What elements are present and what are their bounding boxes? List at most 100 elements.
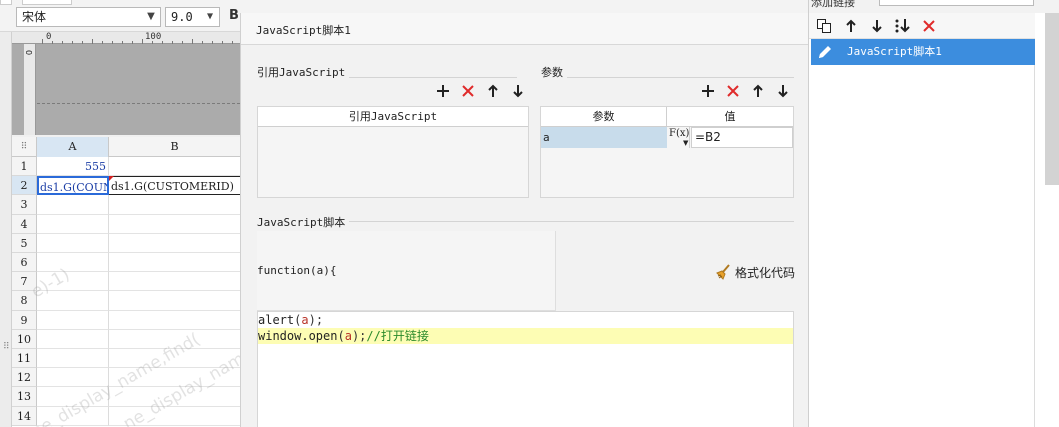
cell[interactable]	[37, 291, 109, 311]
panel-top-strip: 添加链接	[809, 0, 1059, 13]
link-list[interactable]: JavaScript脚本1	[811, 39, 1035, 427]
cell-b2[interactable]: ds1.G(CUSTOMERID)	[109, 176, 240, 196]
move-down-param-button[interactable]	[774, 82, 792, 100]
chevron-down-icon[interactable]: ▼	[669, 140, 689, 147]
add-ref-js-button[interactable]	[434, 82, 452, 100]
bold-button[interactable]: B	[229, 8, 239, 23]
tab-strip	[0, 0, 240, 5]
grip-icon[interactable]: ⠿	[3, 342, 10, 352]
cell[interactable]	[37, 253, 109, 273]
cell[interactable]	[37, 214, 109, 234]
ref-js-table[interactable]: 引用JavaScript	[257, 106, 529, 198]
cell[interactable]	[109, 253, 240, 273]
cell[interactable]	[37, 368, 109, 388]
plus-icon	[702, 85, 714, 97]
chevron-down-icon[interactable]: ▼	[142, 8, 160, 26]
cell[interactable]	[109, 407, 240, 426]
font-size-select[interactable]: 9.0 ▼	[165, 7, 220, 27]
font-family-select[interactable]: 宋体 ▼	[16, 7, 161, 27]
select-all-corner[interactable]: ⠿	[12, 137, 37, 157]
row-number[interactable]: 7	[12, 272, 37, 292]
cell[interactable]	[109, 349, 240, 369]
row-number[interactable]: 2	[12, 176, 37, 196]
params-table[interactable]: 参数 值 a F(x) ▼ =B2	[540, 106, 794, 198]
tab-stub[interactable]	[22, 0, 72, 5]
cell[interactable]	[109, 387, 240, 407]
sheet-grid[interactable]: 1 555 2 ds1.G(COUNT ds1.G(CUSTOMERID) 3 …	[12, 157, 296, 427]
row-number[interactable]: 13	[12, 387, 37, 407]
move-up-param-button[interactable]	[749, 82, 767, 100]
param-value-input[interactable]: =B2	[691, 127, 793, 148]
format-code-button[interactable]: 格式化代码	[714, 262, 795, 282]
move-up-button[interactable]	[842, 17, 860, 35]
delete-link-button[interactable]	[920, 17, 938, 35]
column-header[interactable]: 引用JavaScript	[258, 107, 528, 126]
row-number[interactable]: 6	[12, 253, 37, 273]
row-number[interactable]: 12	[12, 368, 37, 388]
column-header-a[interactable]: A	[37, 137, 109, 157]
cell-b1[interactable]	[109, 157, 240, 177]
chevron-down-icon[interactable]: ▼	[201, 8, 219, 26]
table-row[interactable]: a F(x) ▼ =B2	[541, 127, 793, 148]
horizontal-ruler: 0 100	[12, 32, 240, 44]
panel-top-input[interactable]	[879, 0, 1034, 6]
add-param-button[interactable]	[699, 82, 717, 100]
code-editor[interactable]: alert(a); window.open(a);//打开链接	[257, 311, 794, 427]
cell-a1[interactable]: 555	[37, 157, 109, 177]
left-splitter[interactable]: ⠿	[0, 32, 12, 427]
dialog-title: JavaScript脚本1	[256, 24, 351, 37]
tab-stub[interactable]	[0, 0, 12, 5]
cell[interactable]	[109, 330, 240, 349]
cell[interactable]	[37, 387, 109, 407]
cell[interactable]	[37, 233, 109, 253]
cell-a2[interactable]: ds1.G(COUNT	[37, 176, 109, 196]
row-number[interactable]: 5	[12, 233, 37, 253]
formula-button[interactable]: F(x) ▼	[668, 127, 690, 148]
cell[interactable]	[109, 272, 240, 292]
list-item[interactable]: JavaScript脚本1	[811, 39, 1035, 65]
table-row: 10	[12, 329, 240, 349]
column-header: ⠿ A B	[12, 137, 240, 157]
cell[interactable]	[109, 215, 240, 234]
code-token: (	[337, 329, 345, 343]
row-number[interactable]: 9	[12, 310, 37, 330]
column-header-value[interactable]: 值	[667, 107, 793, 126]
move-down-button[interactable]	[868, 17, 886, 35]
column-header-b[interactable]: B	[109, 137, 240, 157]
arrow-down-icon	[872, 20, 882, 33]
row-number[interactable]: 1	[12, 157, 37, 177]
cell[interactable]	[109, 195, 240, 215]
move-to-bottom-button[interactable]	[894, 17, 912, 35]
row-number[interactable]: 11	[12, 349, 37, 369]
table-row: 6	[12, 253, 240, 273]
cell[interactable]	[37, 349, 109, 369]
copy-button[interactable]	[815, 17, 833, 35]
row-number[interactable]: 8	[12, 291, 37, 311]
move-down-ref-js-button[interactable]	[509, 82, 527, 100]
cell[interactable]	[37, 195, 109, 215]
column-header-param[interactable]: 参数	[541, 107, 667, 126]
row-number[interactable]: 14	[12, 406, 37, 426]
broom-icon	[716, 264, 730, 280]
scrollbar[interactable]	[1045, 13, 1059, 185]
code-line-current[interactable]: window.open(a);//打开链接	[258, 328, 793, 344]
cell[interactable]	[37, 329, 109, 349]
cell[interactable]	[109, 234, 240, 253]
delete-param-button[interactable]	[724, 82, 742, 100]
param-name-cell[interactable]: a	[541, 127, 667, 148]
cell[interactable]	[109, 311, 240, 330]
move-up-ref-js-button[interactable]	[484, 82, 502, 100]
row-number[interactable]: 10	[12, 329, 37, 349]
cell[interactable]	[37, 310, 109, 330]
delete-ref-js-button[interactable]	[459, 82, 477, 100]
page-margin-guide	[37, 44, 240, 104]
code-token: window.open	[258, 329, 338, 343]
row-number[interactable]: 4	[12, 214, 37, 234]
cell[interactable]	[109, 291, 240, 311]
cell[interactable]	[37, 272, 109, 292]
cell[interactable]	[37, 406, 109, 426]
cell[interactable]	[109, 368, 240, 388]
row-number[interactable]: 3	[12, 195, 37, 215]
code-line[interactable]: alert(a);	[258, 312, 793, 328]
table-row: 3	[12, 195, 240, 215]
